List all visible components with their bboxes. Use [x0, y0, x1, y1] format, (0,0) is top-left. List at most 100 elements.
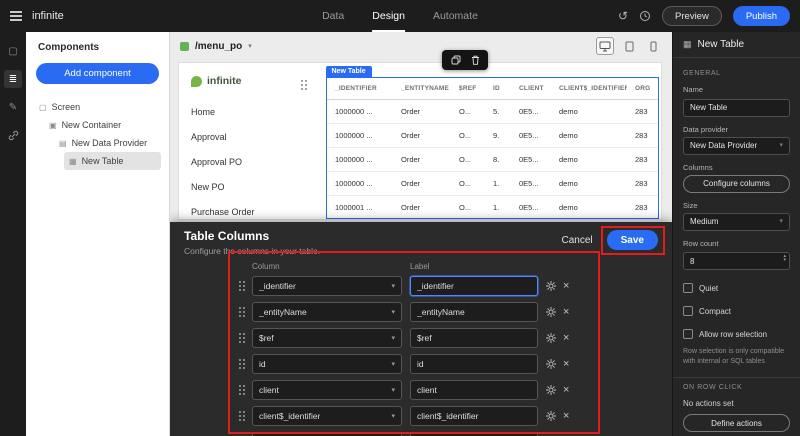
tree-item-new-table[interactable]: ▦ New Table: [64, 152, 161, 170]
components-icon[interactable]: ≣: [4, 70, 22, 88]
column-header-label: Column: [252, 262, 280, 272]
remove-column-icon[interactable]: ×: [563, 410, 569, 422]
preview-menu-item-home[interactable]: Home: [191, 107, 313, 118]
column-select[interactable]: _entityName ▾: [252, 302, 402, 323]
mobile-icon[interactable]: [644, 37, 662, 55]
cell: 1000000 ...: [335, 107, 373, 116]
table-component[interactable]: New Table _IDENTIFIER _ENTITYNAME $REF I…: [325, 66, 659, 219]
preview-menu-item-new-po[interactable]: New PO: [191, 182, 313, 193]
row-count-input[interactable]: [683, 252, 790, 270]
tree-item-screen[interactable]: ▢ Screen: [34, 98, 161, 116]
remove-column-icon[interactable]: ×: [563, 384, 569, 396]
tablet-icon[interactable]: [620, 37, 638, 55]
size-label: Size: [683, 200, 698, 210]
drag-handle-icon[interactable]: [238, 306, 246, 319]
drag-handle-icon[interactable]: [238, 280, 246, 293]
tree-item-new-container[interactable]: ▣ New Container: [44, 116, 161, 134]
label-input[interactable]: [410, 354, 538, 375]
desktop-icon[interactable]: [596, 37, 614, 55]
preview-menu-item-purchase-order[interactable]: Purchase Order: [191, 207, 313, 218]
cell: 283: [635, 131, 648, 140]
history-icon[interactable]: [639, 10, 651, 22]
screen-dot-icon: [180, 41, 189, 51]
drag-handle-icon[interactable]: [238, 410, 246, 423]
column-select[interactable]: client ▾: [252, 380, 402, 401]
tab-data[interactable]: Data: [322, 0, 344, 32]
gear-icon[interactable]: [546, 307, 556, 318]
preview-menu-item-approval[interactable]: Approval: [191, 132, 313, 143]
label-input[interactable]: [410, 276, 538, 297]
gear-icon[interactable]: [546, 385, 556, 396]
save-button[interactable]: Save: [606, 230, 658, 250]
gear-icon[interactable]: [546, 359, 556, 370]
label-input[interactable]: [410, 406, 538, 427]
stepper-down-icon[interactable]: ▾: [783, 258, 786, 263]
label-input[interactable]: [410, 302, 538, 323]
cancel-button[interactable]: Cancel: [562, 235, 593, 246]
component-selection-tag: New Table: [325, 66, 372, 77]
publish-button[interactable]: Publish: [732, 6, 790, 26]
checkbox-icon[interactable]: [683, 283, 693, 293]
remove-column-icon[interactable]: ×: [563, 358, 569, 370]
name-input[interactable]: [683, 98, 790, 117]
cell: 283: [635, 179, 648, 188]
remove-column-icon[interactable]: ×: [563, 280, 569, 292]
column-select[interactable]: client$_identifier ▾: [252, 406, 402, 427]
link-icon[interactable]: [4, 126, 22, 144]
column-select[interactable]: organization ▾: [252, 432, 402, 436]
allow-row-selection-checkbox-row[interactable]: Allow row selection: [683, 329, 790, 339]
gear-icon[interactable]: [546, 281, 556, 292]
column-select[interactable]: id ▾: [252, 354, 402, 375]
label-input[interactable]: [410, 328, 538, 349]
compact-checkbox-row[interactable]: Compact: [683, 306, 790, 316]
section-divider: [673, 377, 800, 379]
data-provider-select[interactable]: New Data Provider ▾: [683, 136, 790, 155]
tree-item-new-data-provider[interactable]: ▤ New Data Provider: [54, 134, 161, 152]
define-actions-button[interactable]: Define actions: [683, 414, 790, 433]
quiet-checkbox-row[interactable]: Quiet: [683, 283, 790, 293]
gear-icon[interactable]: [546, 411, 556, 422]
table-columns-drawer: Table Columns Configure the columns in y…: [170, 222, 672, 436]
duplicate-icon[interactable]: [451, 55, 461, 65]
drawer-title: Table Columns: [184, 229, 270, 243]
screens-icon[interactable]: ▢: [4, 42, 22, 60]
canvas-toolbar: /menu_po ▾: [170, 32, 672, 60]
cell: O...: [459, 131, 472, 140]
table-row: 1000001 ... Order O... 1. 0E5... demo 28…: [327, 196, 658, 218]
cell: demo: [559, 155, 578, 164]
gear-icon[interactable]: [546, 333, 556, 344]
theme-icon[interactable]: ✎: [4, 98, 22, 116]
undo-icon[interactable]: ↺: [618, 10, 628, 22]
remove-column-icon[interactable]: ×: [563, 332, 569, 344]
drag-handle-icon[interactable]: [238, 332, 246, 345]
label-input[interactable]: [410, 380, 538, 401]
container-drag-handle-icon[interactable]: [300, 79, 308, 91]
drag-handle-icon[interactable]: [238, 358, 246, 371]
checkbox-icon[interactable]: [683, 306, 693, 316]
preview-menu-item-approval-po[interactable]: Approval PO: [191, 157, 313, 168]
on-row-click-section-label: ON ROW CLICK: [683, 384, 743, 392]
screen-selector[interactable]: /menu_po ▾: [180, 41, 252, 52]
remove-column-icon[interactable]: ×: [563, 306, 569, 318]
menu-icon[interactable]: [10, 11, 22, 21]
row-selection-note: Row selection is only compatible with in…: [683, 348, 785, 366]
checkbox-label: Quiet: [699, 283, 719, 293]
add-component-button[interactable]: Add component: [36, 63, 159, 84]
label-input[interactable]: [410, 432, 538, 436]
drag-handle-icon[interactable]: [238, 384, 246, 397]
preview-button[interactable]: Preview: [662, 6, 722, 26]
tab-design[interactable]: Design: [372, 0, 405, 32]
column-select[interactable]: $ref ▾: [252, 328, 402, 349]
stepper-arrows[interactable]: ▴ ▾: [783, 253, 786, 263]
data-provider-value: New Data Provider: [690, 141, 758, 150]
tab-automate[interactable]: Automate: [433, 0, 478, 32]
column-select[interactable]: _identifier ▾: [252, 276, 402, 297]
size-select[interactable]: Medium ▾: [683, 212, 790, 231]
label-header-label: Label: [410, 262, 430, 272]
checkbox-icon[interactable]: [683, 329, 693, 339]
cell: demo: [559, 107, 578, 116]
column-select-value: id: [259, 359, 266, 370]
size-value: Medium: [690, 217, 719, 226]
configure-columns-button[interactable]: Configure columns: [683, 174, 790, 193]
trash-icon[interactable]: [471, 55, 480, 65]
